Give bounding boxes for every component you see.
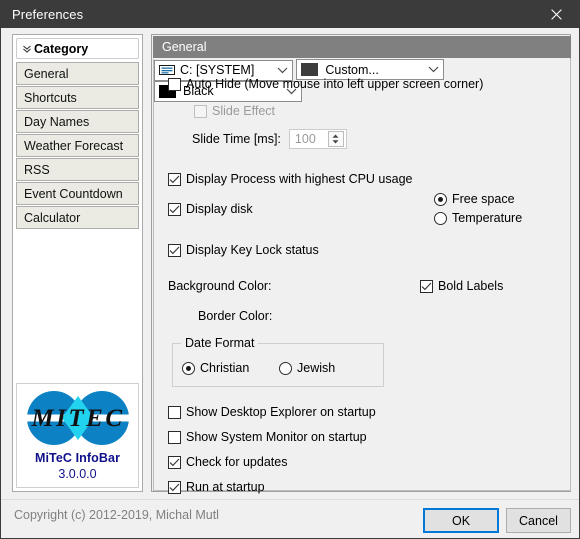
close-button[interactable] xyxy=(534,1,579,28)
sidebar-item-event-countdown[interactable]: Event Countdown xyxy=(16,182,139,205)
close-icon xyxy=(551,9,562,20)
background-color-label-row: Background Color: xyxy=(168,279,272,293)
auto-hide-checkbox-row[interactable]: Auto Hide (Move mouse into left upper sc… xyxy=(168,77,483,91)
disk-select-value: C: [SYSTEM] xyxy=(180,63,255,77)
show-system-monitor-checkbox-row[interactable]: Show System Monitor on startup xyxy=(168,430,367,444)
christian-label: Christian xyxy=(200,361,250,375)
display-disk-checkbox-row[interactable]: Display disk xyxy=(168,202,253,216)
date-format-groupbox: Date Format Christian Jewish xyxy=(172,336,384,387)
date-format-title: Date Format xyxy=(181,336,259,350)
bold-labels-label: Bold Labels xyxy=(438,279,504,293)
chevron-double-down-icon xyxy=(21,43,32,54)
jewish-radio[interactable] xyxy=(279,361,292,375)
category-header[interactable]: Category xyxy=(16,38,139,59)
copyright-text: Copyright (c) 2012-2019, Michal Mutl xyxy=(14,508,219,522)
slide-time-label: Slide Time [ms]: xyxy=(192,132,281,146)
display-key-lock-checkbox-row[interactable]: Display Key Lock status xyxy=(168,243,319,257)
sidebar-item-rss[interactable]: RSS xyxy=(16,158,139,181)
run-at-startup-checkbox[interactable] xyxy=(168,480,181,494)
title-bar: Preferences xyxy=(1,1,579,28)
date-format-jewish-radio-row[interactable]: Jewish xyxy=(279,361,335,375)
chevron-down-icon[interactable] xyxy=(423,66,443,73)
auto-hide-checkbox[interactable] xyxy=(168,77,181,91)
background-color-value: Custom... xyxy=(325,62,379,77)
panel-title: General xyxy=(153,36,571,58)
sidebar-item-label: Weather Forecast xyxy=(24,138,124,153)
sidebar-item-label: Day Names xyxy=(24,114,90,129)
slide-time-value: 100 xyxy=(294,132,316,146)
display-key-lock-label: Display Key Lock status xyxy=(186,243,319,257)
preferences-dialog: Preferences Category General Shortcuts D… xyxy=(0,0,580,539)
product-version: 3.0.0.0 xyxy=(58,467,97,481)
disk-mode-temperature-radio-row[interactable]: Temperature xyxy=(434,211,522,225)
bold-labels-checkbox-row[interactable]: Bold Labels xyxy=(420,279,503,293)
ok-button[interactable]: OK xyxy=(423,508,499,533)
chevron-down-icon[interactable] xyxy=(272,67,292,74)
show-desktop-explorer-checkbox-row[interactable]: Show Desktop Explorer on startup xyxy=(168,405,376,419)
bold-labels-checkbox[interactable] xyxy=(420,279,433,293)
check-for-updates-label: Check for updates xyxy=(186,455,288,469)
free-space-label: Free space xyxy=(452,192,515,206)
category-panel: Category General Shortcuts Day Names Wea… xyxy=(12,34,143,492)
footer-divider xyxy=(1,499,579,500)
cancel-button[interactable]: Cancel xyxy=(506,508,571,533)
slide-effect-checkbox xyxy=(194,104,207,118)
display-disk-label: Display disk xyxy=(186,202,253,216)
sidebar-item-calculator[interactable]: Calculator xyxy=(16,206,139,229)
temperature-radio[interactable] xyxy=(434,211,447,225)
sidebar-item-label: Calculator xyxy=(24,210,81,225)
sidebar-item-label: Shortcuts xyxy=(24,90,77,105)
window-title: Preferences xyxy=(12,7,84,22)
slide-effect-checkbox-row: Slide Effect xyxy=(194,104,275,118)
sidebar-item-label: RSS xyxy=(24,162,50,177)
display-process-checkbox[interactable] xyxy=(168,172,181,186)
show-system-monitor-label: Show System Monitor on startup xyxy=(186,430,367,444)
svg-text:MITEC: MITEC xyxy=(30,405,124,432)
branding-box: MITEC MiTeC InfoBar 3.0.0.0 xyxy=(16,383,139,488)
christian-radio[interactable] xyxy=(182,361,195,375)
sidebar-item-label: General xyxy=(24,66,69,81)
free-space-radio[interactable] xyxy=(434,192,447,206)
check-for-updates-checkbox-row[interactable]: Check for updates xyxy=(168,455,287,469)
run-at-startup-label: Run at startup xyxy=(186,480,265,494)
sidebar-item-general[interactable]: General xyxy=(16,62,139,85)
sidebar-item-label: Event Countdown xyxy=(24,186,123,201)
disk-mode-free-space-radio-row[interactable]: Free space xyxy=(434,192,515,206)
mitec-logo-icon: MITEC xyxy=(20,390,135,446)
sidebar-item-day-names[interactable]: Day Names xyxy=(16,110,139,133)
check-for-updates-checkbox[interactable] xyxy=(168,455,181,469)
panel-body: Auto Hide (Move mouse into left upper sc… xyxy=(153,59,571,494)
auto-hide-label: Auto Hide (Move mouse into left upper sc… xyxy=(186,77,484,91)
settings-panel: General Auto Hide (Move mouse into left … xyxy=(151,34,571,494)
drive-icon xyxy=(159,64,175,76)
sidebar-item-weather-forecast[interactable]: Weather Forecast xyxy=(16,134,139,157)
slide-effect-label: Slide Effect xyxy=(212,104,276,118)
slide-time-stepper[interactable]: 100 xyxy=(288,129,347,149)
show-system-monitor-checkbox[interactable] xyxy=(168,430,181,444)
product-name: MiTeC InfoBar xyxy=(34,451,121,465)
show-desktop-explorer-label: Show Desktop Explorer on startup xyxy=(186,405,376,419)
spinner-arrows-icon[interactable] xyxy=(327,131,344,147)
slide-time-row: Slide Time [ms]: 100 xyxy=(192,129,347,149)
jewish-label: Jewish xyxy=(297,361,336,375)
temperature-label: Temperature xyxy=(452,211,523,225)
display-disk-checkbox[interactable] xyxy=(168,202,181,216)
background-color-swatch xyxy=(301,63,319,76)
show-desktop-explorer-checkbox[interactable] xyxy=(168,405,181,419)
category-header-label: Category xyxy=(34,41,89,56)
border-color-label-row: Border Color: xyxy=(198,309,272,323)
border-color-label: Border Color: xyxy=(198,309,273,323)
run-at-startup-checkbox-row[interactable]: Run at startup xyxy=(168,480,265,494)
display-process-label: Display Process with highest CPU usage xyxy=(186,172,413,186)
display-key-lock-checkbox[interactable] xyxy=(168,243,181,257)
sidebar-item-shortcuts[interactable]: Shortcuts xyxy=(16,86,139,109)
background-color-label: Background Color: xyxy=(168,279,272,293)
display-process-checkbox-row[interactable]: Display Process with highest CPU usage xyxy=(168,172,413,186)
date-format-christian-radio-row[interactable]: Christian xyxy=(182,361,249,375)
